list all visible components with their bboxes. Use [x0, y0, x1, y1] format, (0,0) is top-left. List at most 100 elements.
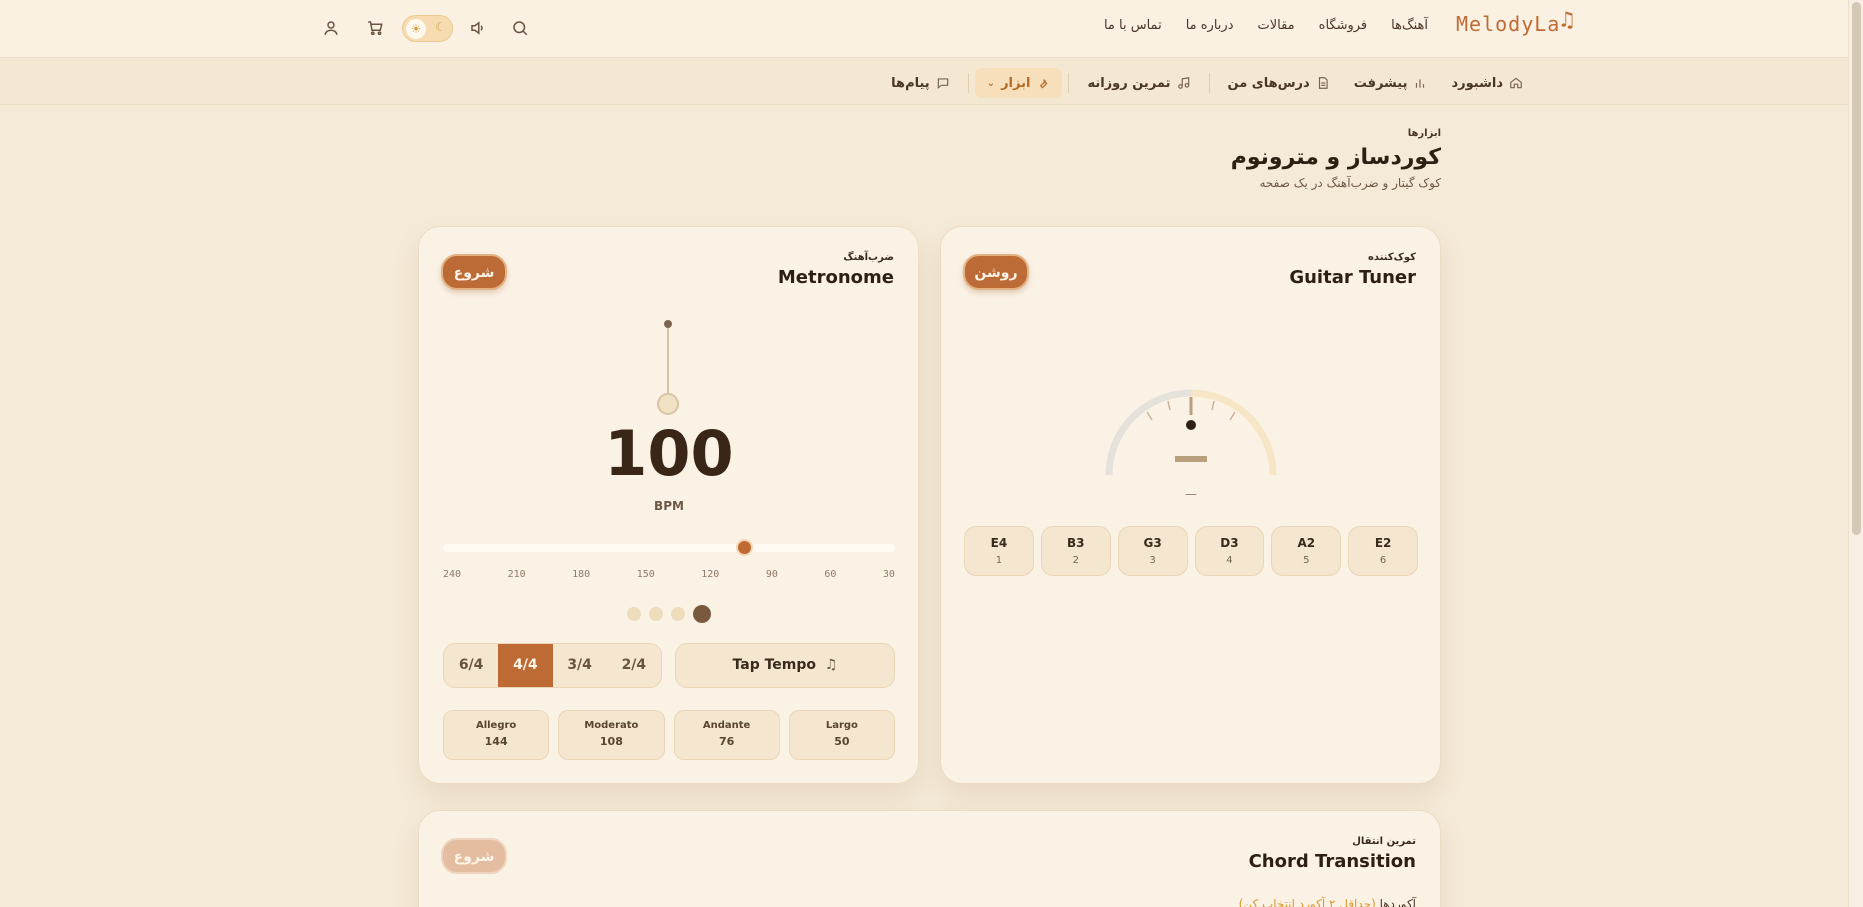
preset-name: Moderato — [584, 720, 639, 731]
metronome-start-button[interactable]: شروع — [441, 254, 507, 290]
chord-transition-card: تمرین انتقال Chord Transition شروع آکورد… — [418, 810, 1441, 907]
gauge-right-arc — [1190, 389, 1277, 476]
tempo-preset-button[interactable]: Largo 50 — [788, 710, 895, 760]
tempo-preset-button[interactable]: Moderato 108 — [558, 710, 665, 760]
string-note: B3 — [1067, 536, 1085, 550]
time-signature-option[interactable]: 6/4 — [444, 644, 498, 687]
subnav-label: داشبورد — [1451, 75, 1503, 91]
pendulum-weight[interactable] — [657, 393, 679, 415]
nav-articles[interactable]: مقالات — [1257, 18, 1294, 33]
tap-tempo-button[interactable]: ♫ Tap Tempo — [675, 643, 895, 688]
string-button[interactable]: B3 2 — [1040, 526, 1111, 576]
chord-label-hint: (حداقل ۲ آکورد انتخاب کن) — [1238, 897, 1376, 907]
chord-start-button[interactable]: شروع — [441, 838, 507, 874]
string-button[interactable]: E2 6 — [1348, 526, 1418, 576]
string-number: 4 — [1226, 555, 1233, 566]
string-note: E2 — [1374, 536, 1392, 550]
tick-label: 210 — [507, 569, 526, 580]
preset-name: Largo — [825, 720, 858, 731]
string-number: 3 — [1149, 555, 1156, 566]
pendulum-rod — [667, 323, 669, 393]
subnav-progress[interactable]: پیشرفت — [1342, 68, 1440, 98]
tick-label: 60 — [824, 569, 837, 580]
divider — [967, 73, 969, 93]
subnav-label: درس‌های من — [1227, 75, 1310, 91]
tempo-preset-button[interactable]: Allegro 144 — [443, 710, 550, 760]
subnav-label: پیام‌ها — [891, 75, 930, 91]
preset-bpm: 144 — [484, 735, 508, 748]
nav-shop[interactable]: فروشگاه — [1319, 18, 1368, 33]
metronome-card: ضرب‌آهنگ Metronome شروع 100 BPM 240 210 … — [418, 226, 919, 784]
subnav-label: پیشرفت — [1353, 75, 1408, 91]
logo[interactable]: MelodyLa♫ — [1456, 8, 1575, 44]
main-nav: آهنگ‌ها فروشگاه مقالات درباره ما تماس با… — [1080, 18, 1428, 33]
home-icon — [1510, 77, 1522, 89]
volume-icon[interactable] — [469, 19, 487, 37]
subnav-messages[interactable]: پیام‌ها — [879, 68, 962, 98]
nav-about[interactable]: درباره ما — [1186, 18, 1234, 33]
time-signature-selector: 2/4 3/4 4/4 6/4 — [443, 643, 662, 688]
string-button[interactable]: E4 1 — [964, 526, 1034, 576]
gauge-tick — [1146, 411, 1153, 421]
bar-chart-icon — [1416, 79, 1425, 88]
bpm-value: 100 — [604, 417, 734, 490]
metronome-kicker: ضرب‌آهنگ — [843, 252, 894, 263]
subnav-label: ابزار — [1001, 75, 1031, 91]
music-note-icon — [1177, 77, 1189, 89]
bpm-slider-track[interactable] — [443, 544, 895, 552]
time-signature-option[interactable]: 3/4 — [553, 644, 607, 687]
string-buttons: E2 6 A2 5 D3 4 G3 3 B3 2 E4 1 — [964, 526, 1418, 576]
string-button[interactable]: G3 3 — [1117, 526, 1188, 576]
breadcrumb: ابزارها — [1407, 128, 1441, 139]
preset-name: Allegro — [475, 720, 517, 731]
tempo-preset-button[interactable]: Andante 76 — [673, 710, 780, 760]
gauge-left-arc — [1105, 389, 1192, 476]
subnav-daily-practice[interactable]: تمرین روزانه — [1075, 68, 1202, 98]
tick-label: 90 — [765, 569, 778, 580]
search-icon[interactable] — [511, 19, 529, 37]
page-scrollbar[interactable] — [1848, 0, 1863, 907]
subnav-my-lessons[interactable]: درس‌های من — [1216, 68, 1342, 98]
subnav-tools[interactable]: ابزار ⌄ — [974, 68, 1063, 98]
theme-toggle[interactable]: ☀ ☾ — [402, 15, 453, 42]
time-signature-option[interactable]: 2/4 — [607, 644, 661, 687]
cents-readout: — — [1185, 487, 1197, 501]
string-note: A2 — [1297, 536, 1316, 550]
page-title: کوردساز و مترونوم — [1230, 145, 1441, 170]
preset-bpm: 76 — [718, 735, 735, 748]
bpm-slider-ticks: 240 210 180 150 120 90 60 30 — [443, 569, 895, 580]
tick-label: 180 — [572, 569, 591, 580]
moon-icon: ☾ — [435, 20, 446, 34]
tick-label: 150 — [636, 569, 655, 580]
string-note: E4 — [990, 536, 1008, 550]
nav-contact[interactable]: تماس با ما — [1104, 18, 1162, 33]
beat-dot — [671, 607, 685, 621]
wrench-icon — [1040, 79, 1048, 89]
string-button[interactable]: D3 4 — [1194, 526, 1265, 576]
preset-bpm: 50 — [834, 735, 850, 748]
preset-name: Andante — [702, 720, 751, 731]
string-number: 5 — [1303, 555, 1310, 566]
document-icon — [1318, 77, 1328, 89]
user-icon[interactable] — [322, 19, 340, 37]
chord-title: Chord Transition — [1248, 851, 1416, 872]
string-button[interactable]: A2 5 — [1271, 526, 1342, 576]
beat-dot-active — [693, 605, 711, 623]
string-note: G3 — [1143, 536, 1162, 550]
nav-songs[interactable]: آهنگ‌ها — [1391, 18, 1428, 33]
tuner-toggle-button[interactable]: روشن — [963, 254, 1029, 290]
tick-label: 30 — [882, 569, 895, 580]
top-header: MelodyLa♫ آهنگ‌ها فروشگاه مقالات درباره … — [0, 0, 1863, 58]
message-icon — [937, 78, 948, 89]
chord-select-label: آکوردها (حداقل ۲ آکورد انتخاب کن) — [1239, 897, 1416, 907]
bpm-slider-thumb[interactable] — [735, 539, 753, 556]
cart-icon[interactable] — [366, 19, 384, 37]
time-signature-option-active[interactable]: 4/4 — [498, 644, 553, 687]
subnav-dashboard[interactable]: داشبورد — [1439, 68, 1535, 98]
divider — [1068, 73, 1070, 93]
scrollbar-thumb[interactable] — [1852, 2, 1861, 535]
string-number: 1 — [995, 555, 1003, 566]
divider — [1208, 73, 1210, 93]
string-number: 6 — [1379, 555, 1387, 566]
page-subtitle: کوک گیتار و ضرب‌آهنگ در یک صفحه — [1259, 176, 1441, 190]
